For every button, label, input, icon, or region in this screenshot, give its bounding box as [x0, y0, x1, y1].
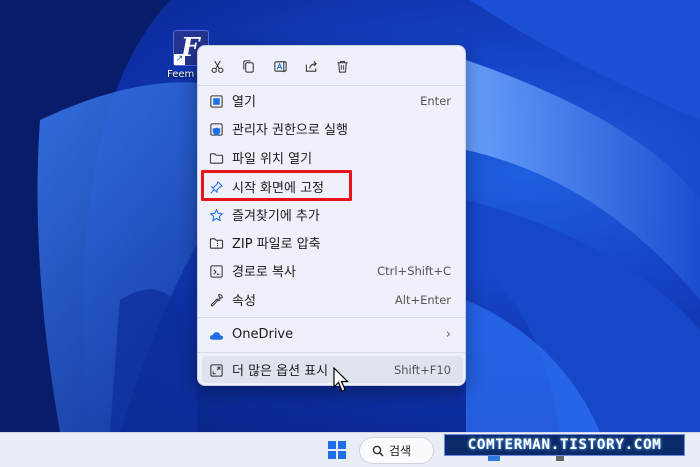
search-icon — [372, 445, 384, 456]
share-button[interactable] — [299, 54, 323, 78]
menu-divider — [198, 317, 465, 318]
menu-item-label: OneDrive — [232, 327, 294, 342]
copy-icon — [242, 59, 254, 73]
taskbar-search[interactable]: 검색 — [359, 437, 434, 464]
start-button[interactable] — [328, 441, 346, 459]
menu-item-run-as-admin[interactable]: 관리자 권한으로 실행 — [202, 115, 463, 142]
menu-item-label: 관리자 권한으로 실행 — [232, 123, 348, 138]
delete-icon — [336, 60, 348, 73]
zip-folder-icon — [209, 237, 223, 249]
wrench-icon — [210, 293, 223, 306]
cut-icon — [211, 60, 223, 73]
quick-actions-bar — [198, 54, 465, 78]
menu-divider — [198, 85, 465, 86]
chevron-right-icon: › — [445, 327, 451, 342]
star-icon — [208, 207, 224, 222]
share-icon — [305, 60, 317, 72]
mouse-cursor-icon — [333, 366, 349, 397]
copy-path-icon — [209, 264, 223, 278]
menu-item-label: 경로로 복사 — [232, 265, 296, 280]
menu-item-onedrive[interactable]: OneDrive › — [202, 321, 463, 348]
menu-item-properties[interactable]: 속성 Alt+Enter — [202, 286, 463, 313]
menu-item-shortcut: Enter — [420, 93, 451, 108]
menu-item-open[interactable]: 열기 Enter — [202, 87, 463, 114]
menu-item-open-file-location[interactable]: 파일 위치 열기 — [202, 144, 463, 171]
delete-button[interactable] — [330, 54, 354, 78]
shield-icon — [209, 122, 223, 136]
copy-button[interactable] — [236, 54, 260, 78]
menu-divider — [198, 352, 465, 353]
more-options-icon — [209, 363, 223, 377]
menu-item-shortcut: Ctrl+Shift+C — [377, 263, 451, 278]
menu-item-label: 더 많은 옵션 표시 — [232, 364, 329, 379]
menu-item-copy-as-path[interactable]: 경로로 복사 Ctrl+Shift+C — [202, 257, 463, 284]
menu-item-add-to-favorites[interactable]: 즐겨찾기에 추가 — [202, 201, 463, 228]
menu-item-label: 열기 — [232, 95, 256, 110]
menu-item-label: ZIP 파일로 압축 — [232, 237, 321, 252]
cut-button[interactable] — [205, 54, 229, 78]
watermark: COMTERMAN.TISTORY.COM — [444, 434, 685, 456]
open-icon — [209, 94, 223, 108]
context-menu: 열기 Enter 관리자 권한으로 실행 파일 위치 열기 시작 화면에 고정 … — [197, 45, 466, 386]
windows-logo-icon — [328, 441, 336, 449]
folder-icon — [209, 152, 223, 164]
highlight-annotation-box — [201, 170, 352, 201]
menu-item-label: 파일 위치 열기 — [232, 152, 313, 167]
rename-icon — [273, 60, 287, 72]
menu-item-compress-zip[interactable]: ZIP 파일로 압축 — [202, 229, 463, 256]
menu-item-label: 즐겨찾기에 추가 — [232, 209, 320, 224]
menu-item-shortcut: Shift+F10 — [393, 362, 451, 377]
shortcut-arrow-icon: ↗ — [174, 54, 185, 65]
menu-item-shortcut: Alt+Enter — [394, 292, 451, 307]
rename-button[interactable] — [268, 54, 292, 78]
menu-item-label: 속성 — [232, 294, 256, 309]
search-label: 검색 — [389, 444, 412, 458]
cloud-icon — [209, 331, 223, 340]
